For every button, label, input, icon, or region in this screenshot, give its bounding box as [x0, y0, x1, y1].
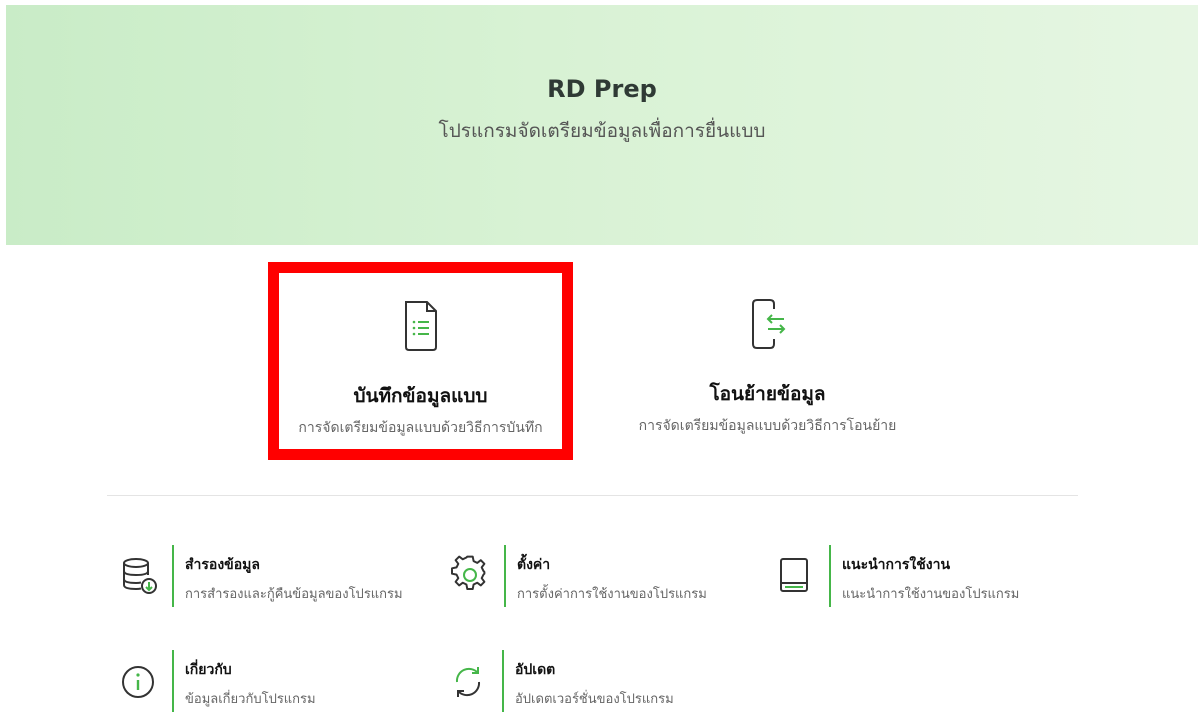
book-icon [773, 553, 817, 597]
tool-description: ข้อมูลเกี่ยวกับโปรแกรม [185, 692, 316, 707]
tool-description: อัปเดตเวอร์ชั่นของโปรแกรม [515, 692, 674, 707]
tool-description: การสำรองและกู้คืนข้อมูลของโปรแกรม [185, 587, 403, 602]
card-title: บันทึกข้อมูลแบบ [353, 385, 488, 407]
card-description: การจัดเตรียมข้อมูลแบบด้วยวิธีการบันทึก [298, 420, 543, 436]
update-tool[interactable]: อัปเดต อัปเดตเวอร์ชั่นของโปรแกรม [446, 650, 746, 712]
header-banner: RD Prep โปรแกรมจัดเตรียมข้อมูลเพื่อการยื… [6, 5, 1198, 245]
card-title: โอนย้ายข้อมูล [709, 383, 826, 405]
guide-tool[interactable]: แนะนำการใช้งาน แนะนำการใช้งานของโปรแกรม [773, 545, 1073, 607]
refresh-icon [446, 658, 490, 702]
settings-tool[interactable]: ตั้งค่า การตั้งค่าการใช้งานของโปรแกรม [448, 545, 748, 607]
document-list-icon [279, 297, 562, 355]
accent-bar [504, 545, 506, 607]
gear-icon [448, 553, 492, 597]
section-divider [107, 495, 1078, 496]
transfer-data-card[interactable]: โอนย้ายข้อมูล การจัดเตรียมข้อมูลแบบด้วยว… [615, 262, 920, 460]
card-description: การจัดเตรียมข้อมูลแบบด้วยวิธีการโอนย้าย [638, 418, 897, 434]
tool-description: แนะนำการใช้งานของโปรแกรม [842, 587, 1020, 602]
tool-description: การตั้งค่าการใช้งานของโปรแกรม [517, 587, 707, 602]
backup-tool[interactable]: สำรองข้อมูล การสำรองและกู้คืนข้อมูลของโป… [116, 545, 436, 607]
transfer-icon [615, 295, 920, 353]
tool-title: อัปเดต [515, 662, 556, 678]
about-tool[interactable]: เกี่ยวกับ ข้อมูลเกี่ยวกับโปรแกรม [116, 650, 416, 712]
accent-bar [829, 545, 831, 607]
app-title: RD Prep [547, 75, 657, 103]
accent-bar [172, 650, 174, 712]
tool-title: ตั้งค่า [517, 557, 551, 573]
tool-title: แนะนำการใช้งาน [842, 557, 951, 573]
accent-bar [502, 650, 504, 712]
accent-bar [172, 545, 174, 607]
database-download-icon [116, 553, 160, 597]
tool-title: สำรองข้อมูล [185, 557, 260, 573]
record-form-card[interactable]: บันทึกข้อมูลแบบ การจัดเตรียมข้อมูลแบบด้ว… [268, 262, 573, 460]
info-icon [116, 658, 160, 702]
tool-title: เกี่ยวกับ [185, 662, 232, 678]
app-subtitle: โปรแกรมจัดเตรียมข้อมูลเพื่อการยื่นแบบ [438, 120, 766, 142]
